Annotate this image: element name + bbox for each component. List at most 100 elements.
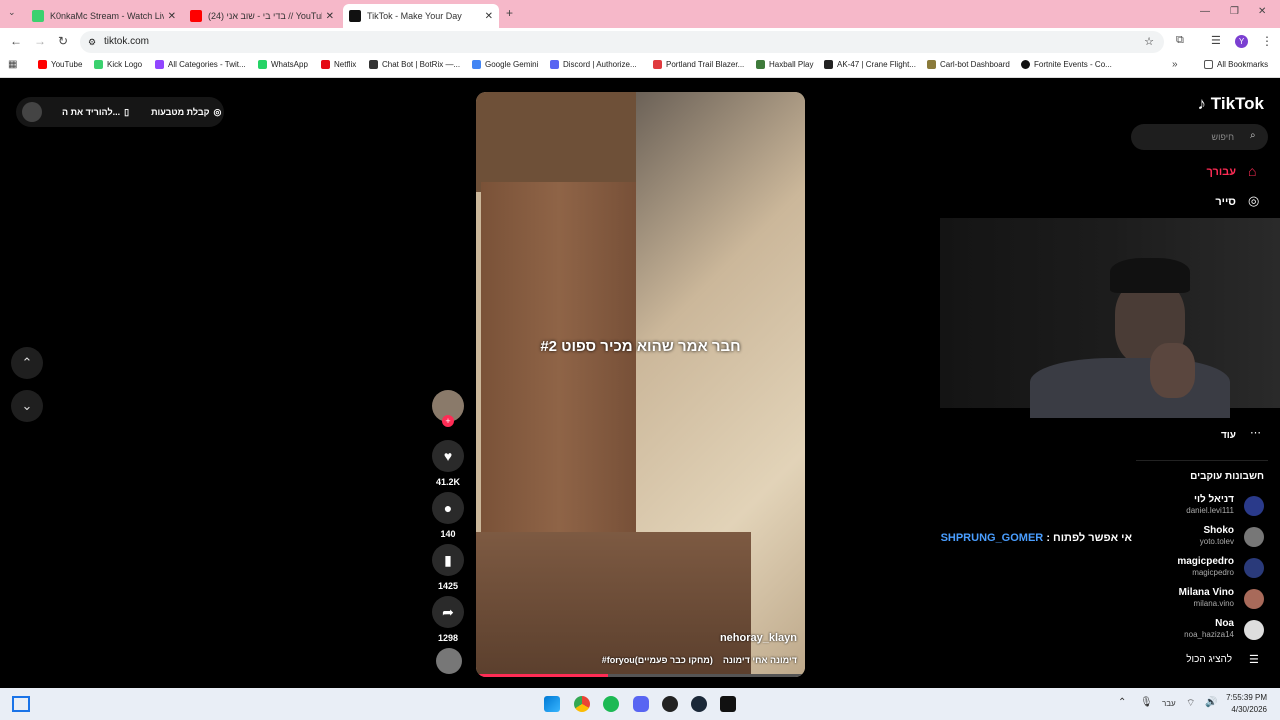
- steam-icon[interactable]: [691, 696, 707, 712]
- download-app-label[interactable]: להוריד את ה...: [62, 107, 120, 117]
- tab-title: TikTok - Make Your Day: [367, 11, 462, 21]
- chat-username: SHPRUNG_GOMER: [940, 532, 1044, 544]
- bookmark-haxball[interactable]: Haxball Play: [756, 60, 813, 69]
- avatar[interactable]: [1244, 620, 1264, 640]
- following-name[interactable]: Shoko: [1203, 525, 1234, 536]
- restore-button[interactable]: ❐: [1230, 6, 1239, 17]
- profile-avatar[interactable]: Y: [1235, 35, 1248, 48]
- top-actions-pill: להוריד את ה... ▯ קבלת מטבעות ◎: [16, 97, 224, 127]
- apps-icon[interactable]: ▦: [8, 59, 17, 70]
- widgets-icon[interactable]: [12, 696, 30, 712]
- following-name[interactable]: magicpedro: [1177, 556, 1234, 567]
- microphone-icon[interactable]: 🎙: [1140, 697, 1153, 708]
- nav-explore[interactable]: סייר: [1215, 196, 1236, 208]
- tab-kick[interactable]: K0nkaMc Stream - Watch Live o ✕: [26, 4, 182, 28]
- app-icon[interactable]: [720, 696, 736, 712]
- back-icon[interactable]: ←: [10, 34, 22, 48]
- star-icon[interactable]: ☆: [1144, 31, 1154, 53]
- share-icon[interactable]: ➦: [432, 596, 464, 628]
- bookmark-fortnite[interactable]: Fortnite Events - Co...: [1021, 60, 1112, 69]
- stream-chat-message: אי אפשר לפתוח : SHPRUNG_GOMER: [940, 532, 1132, 544]
- close-icon[interactable]: ✕: [485, 11, 493, 22]
- bookmark-icon[interactable]: ▮: [432, 544, 464, 576]
- tab-title: (24) בדי בי - שוב אני // YouTube: [208, 11, 322, 21]
- show-all-link[interactable]: להציג הכול: [1186, 654, 1232, 665]
- next-video-button[interactable]: ⌄: [11, 390, 43, 422]
- reload-icon[interactable]: ↻: [58, 34, 68, 48]
- all-bookmarks[interactable]: All Bookmarks: [1204, 60, 1268, 69]
- spotify-icon[interactable]: [603, 696, 619, 712]
- bookmark-discord[interactable]: Discord | Authorize...: [550, 60, 637, 69]
- obs-icon[interactable]: [662, 696, 678, 712]
- get-coins-label[interactable]: קבלת מטבעות: [151, 107, 209, 117]
- menu-icon[interactable]: ⋮: [1261, 34, 1273, 48]
- bookmark-netflix[interactable]: Netflix: [321, 60, 356, 69]
- search-icon[interactable]: ⌕: [1250, 130, 1256, 141]
- video-author[interactable]: nehoray_klayn: [720, 632, 797, 644]
- home-icon[interactable]: ⌂: [1248, 163, 1256, 179]
- like-icon[interactable]: ♥: [432, 440, 464, 472]
- site-info-icon[interactable]: ⚙: [88, 31, 96, 53]
- video-hashtags[interactable]: (מחקו כבר פעמיים)foryou#: [602, 655, 713, 665]
- windows-start-icon[interactable]: [544, 696, 560, 712]
- bookmark-youtube[interactable]: YouTube: [38, 60, 82, 69]
- following-name[interactable]: דניאל לוי: [1194, 494, 1234, 505]
- forward-icon[interactable]: →: [34, 34, 46, 48]
- sound-disc[interactable]: [436, 648, 462, 674]
- bookmark-kick[interactable]: Kick Logo: [94, 60, 142, 69]
- avatar[interactable]: [22, 102, 42, 122]
- bookmark-whatsapp[interactable]: WhatsApp: [258, 60, 308, 69]
- extensions-icon[interactable]: ⧉: [1176, 34, 1184, 47]
- webcam-overlay: [940, 218, 1280, 418]
- clock-time[interactable]: 7:55:39 PM: [1226, 693, 1267, 702]
- following-name[interactable]: Milana Vino: [1179, 587, 1234, 598]
- nav-more[interactable]: עוד: [1221, 430, 1236, 441]
- avatar[interactable]: [1244, 496, 1264, 516]
- minimize-button[interactable]: —: [1200, 6, 1210, 17]
- media-icon[interactable]: ☰: [1211, 34, 1221, 47]
- bookmark-botrix[interactable]: Chat Bot | BotRix —...: [369, 60, 460, 69]
- more-bookmarks-icon[interactable]: »: [1172, 59, 1178, 70]
- following-title: חשבונות עוקבים: [1190, 471, 1264, 482]
- address-bar[interactable]: ⚙ tiktok.com ☆: [80, 31, 1164, 53]
- avatar[interactable]: [1244, 558, 1264, 578]
- language-indicator[interactable]: עבר: [1162, 699, 1176, 708]
- tab-title: K0nkaMc Stream - Watch Live o: [50, 11, 164, 21]
- bookmark-csfloat[interactable]: AK-47 | Crane Flight...: [824, 60, 916, 69]
- volume-icon[interactable]: 🔊: [1205, 697, 1217, 708]
- chrome-icon[interactable]: [574, 696, 590, 712]
- tray-chevron-icon[interactable]: ⌃: [1118, 697, 1126, 708]
- video-player[interactable]: חבר אמר שהוא מכיר ספוט #2 nehoray_klayn …: [476, 92, 805, 677]
- wifi-icon[interactable]: ⌔: [1186, 697, 1195, 710]
- comment-icon[interactable]: ●: [432, 492, 464, 524]
- following-name[interactable]: Noa: [1215, 618, 1234, 629]
- bookmark-twitch[interactable]: All Categories - Twit...: [155, 60, 246, 69]
- bookmark-carlbot[interactable]: Carl-bot Dashboard: [927, 60, 1010, 69]
- search-input[interactable]: חיפוש: [1131, 124, 1268, 150]
- more-dots-icon[interactable]: ⋯: [1250, 426, 1261, 439]
- bookmark-gemini[interactable]: Google Gemini: [472, 60, 538, 69]
- new-tab-button[interactable]: +: [506, 6, 513, 20]
- progress-track[interactable]: [476, 674, 805, 677]
- url-text: tiktok.com: [104, 36, 150, 47]
- close-window-button[interactable]: ✕: [1258, 6, 1266, 17]
- hand: [1150, 343, 1195, 398]
- discord-icon[interactable]: [633, 696, 649, 712]
- close-icon[interactable]: ✕: [168, 11, 176, 22]
- like-count: 41.2K: [435, 477, 461, 487]
- tiktok-logo[interactable]: ♪ TikTok: [1198, 94, 1264, 114]
- compass-icon[interactable]: ◎: [1248, 193, 1259, 209]
- bookmarks-bar: ▦ YouTube Kick Logo All Categories - Twi…: [0, 56, 1280, 78]
- clock-date[interactable]: 4/30/2026: [1231, 705, 1267, 714]
- previous-video-button[interactable]: ⌃: [11, 347, 43, 379]
- follow-plus-icon[interactable]: +: [442, 415, 454, 427]
- bookmark-blazers[interactable]: Portland Trail Blazer...: [653, 60, 744, 69]
- avatar[interactable]: [1244, 589, 1264, 609]
- tab-youtube[interactable]: (24) בדי בי - שוב אני // YouTube ✕: [184, 4, 340, 28]
- tab-tiktok[interactable]: TikTok - Make Your Day ✕: [343, 4, 499, 28]
- avatar[interactable]: [1244, 527, 1264, 547]
- list-icon[interactable]: ☰: [1249, 653, 1259, 666]
- close-icon[interactable]: ✕: [326, 11, 334, 22]
- nav-for-you[interactable]: עבורך: [1206, 166, 1236, 178]
- tab-search-icon[interactable]: ⌄: [8, 7, 16, 18]
